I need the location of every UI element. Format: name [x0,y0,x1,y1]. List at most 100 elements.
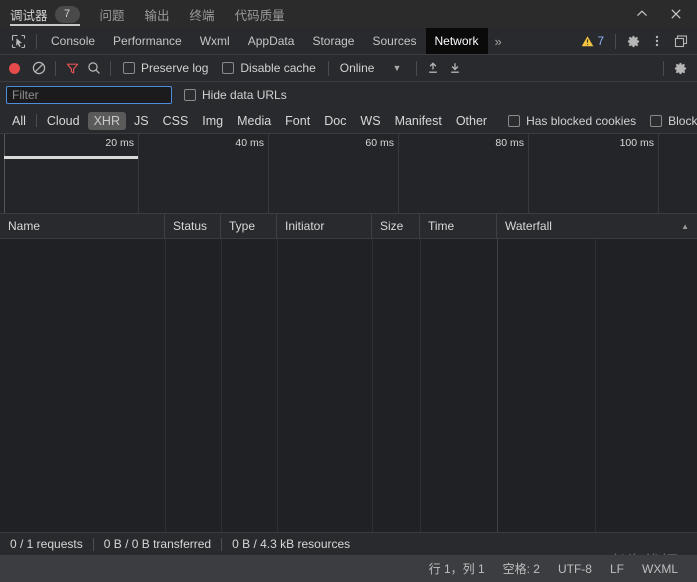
search-icon[interactable] [83,57,105,79]
filter-funnel-icon[interactable] [61,57,83,79]
has-blocked-cookies-checkbox[interactable]: Has blocked cookies [494,114,643,128]
tab-console[interactable]: Console [42,28,104,54]
column-header-name[interactable]: Name [0,214,165,238]
devtools-tabbar: Console Performance Wxml AppData Storage… [0,28,697,55]
overview-tick-divider [658,134,659,213]
status-line-ending[interactable]: LF [601,562,633,576]
has-blocked-cookies-label: Has blocked cookies [526,113,637,128]
throttling-select[interactable]: Online ▼ [334,61,412,75]
filter-input[interactable] [6,86,172,104]
table-header-row: Name Status Type Initiator Size Time Wat… [0,214,697,239]
more-tabs-icon[interactable]: » [488,28,509,54]
type-filter-row: All Cloud XHR JS CSS Img Media Font Doc … [0,108,697,134]
close-icon[interactable] [659,0,693,28]
inspect-element-icon[interactable] [5,28,31,54]
summary-requests: 0 / 1 requests [10,537,83,551]
type-filter-all[interactable]: All [6,112,32,130]
type-filter-media[interactable]: Media [231,112,277,130]
dock-panel-icon[interactable] [669,28,693,54]
overview-tick-divider [268,134,269,213]
ide-tab-debugger[interactable]: 调试器 7 [0,0,90,28]
column-header-size[interactable]: Size [372,214,420,238]
ide-tab-code-quality[interactable]: 代码质量 [225,0,295,28]
type-filter-js[interactable]: JS [128,112,155,130]
tab-appdata[interactable]: AppData [239,28,304,54]
blocked-requests-checkbox[interactable]: Blocked Requests [643,114,697,128]
record-button[interactable] [9,62,20,74]
status-encoding[interactable]: UTF-8 [549,562,601,576]
column-header-type[interactable]: Type [221,214,277,238]
ide-tab-terminal[interactable]: 终端 [180,0,225,28]
tab-network[interactable]: Network [425,28,488,54]
ide-tab-label: 输出 [144,8,170,23]
disable-cache-label: Disable cache [240,61,316,75]
type-filter-other[interactable]: Other [450,112,493,130]
network-request-table: Name Status Type Initiator Size Time Wat… [0,214,697,532]
column-header-initiator[interactable]: Initiator [277,214,372,238]
overview-tick-label: 20 ms [105,137,134,149]
more-vertical-icon[interactable] [645,28,669,54]
overview-tick-label: 100 ms [619,137,654,149]
ide-tab-badge: 7 [54,5,80,23]
ide-tab-label: 调试器 [10,8,48,23]
table-body[interactable] [0,239,697,532]
network-summary-bar: 0 / 1 requests 0 B / 0 B transferred 0 B… [0,532,697,555]
chevron-down-icon: ▼ [392,63,402,73]
column-header-status[interactable]: Status [165,214,221,238]
checkbox-box [222,62,235,74]
column-divider [165,239,166,532]
column-header-waterfall-label: Waterfall [505,219,552,233]
disable-cache-checkbox[interactable]: Disable cache [215,61,322,75]
type-filter-img[interactable]: Img [196,112,229,130]
network-overview-timeline[interactable]: 20 ms 40 ms 60 ms 80 ms 100 ms [0,134,697,214]
import-har-icon[interactable] [422,57,444,79]
tab-storage[interactable]: Storage [303,28,363,54]
checkbox-box [650,114,663,127]
type-filter-ws[interactable]: WS [354,112,386,130]
column-divider [497,239,498,532]
type-filter-doc[interactable]: Doc [318,112,352,130]
status-cursor-position[interactable]: 行 1，列 1 [420,560,494,577]
tab-sources[interactable]: Sources [363,28,425,54]
tab-performance[interactable]: Performance [104,28,191,54]
column-divider [420,239,421,532]
tab-wxml[interactable]: Wxml [191,28,239,54]
checkbox-box [508,114,521,127]
status-language-mode[interactable]: WXML [633,562,687,576]
export-har-icon[interactable] [444,57,466,79]
editor-status-bar: 行 1，列 1 空格: 2 UTF-8 LF WXML [0,555,697,582]
throttling-value: Online [339,61,375,75]
column-header-time[interactable]: Time [420,214,497,238]
hide-data-urls-checkbox[interactable]: Hide data URLs [172,88,294,102]
filter-row: Hide data URLs [0,82,697,108]
gear-icon[interactable] [621,28,645,54]
ide-tab-label: 代码质量 [234,8,285,23]
blocked-requests-label: Blocked Requests [668,113,697,128]
column-divider [277,239,278,532]
column-header-waterfall[interactable]: Waterfall ▲ [497,214,697,238]
preserve-log-checkbox[interactable]: Preserve log [116,61,215,75]
devtools-tabbar-actions: 7 [575,28,697,54]
status-indentation[interactable]: 空格: 2 [494,560,549,577]
type-filter-xhr[interactable]: XHR [87,111,126,130]
toolbar-divider [55,60,56,76]
warning-indicator[interactable]: 7 [575,34,610,48]
window-controls [625,0,693,28]
type-filter-cloud[interactable]: Cloud [41,112,86,130]
toolbar-divider [615,33,616,49]
type-filter-manifest[interactable]: Manifest [389,112,448,130]
summary-transferred: 0 B / 0 B transferred [103,537,212,551]
type-filter-css[interactable]: CSS [157,112,195,130]
summary-resources: 0 B / 4.3 kB resources [232,537,351,551]
hide-data-urls-label: Hide data URLs [202,88,287,102]
toolbar-divider [36,33,37,49]
warning-count: 7 [597,34,604,48]
column-divider [221,239,222,532]
ide-tab-problems[interactable]: 问题 [90,0,135,28]
network-settings-gear-icon[interactable] [669,57,691,79]
type-filter-font[interactable]: Font [279,112,316,130]
ide-tab-output[interactable]: 输出 [135,0,180,28]
clear-button[interactable] [28,57,50,79]
collapse-icon[interactable] [625,0,659,28]
toolbar-divider [663,60,664,76]
